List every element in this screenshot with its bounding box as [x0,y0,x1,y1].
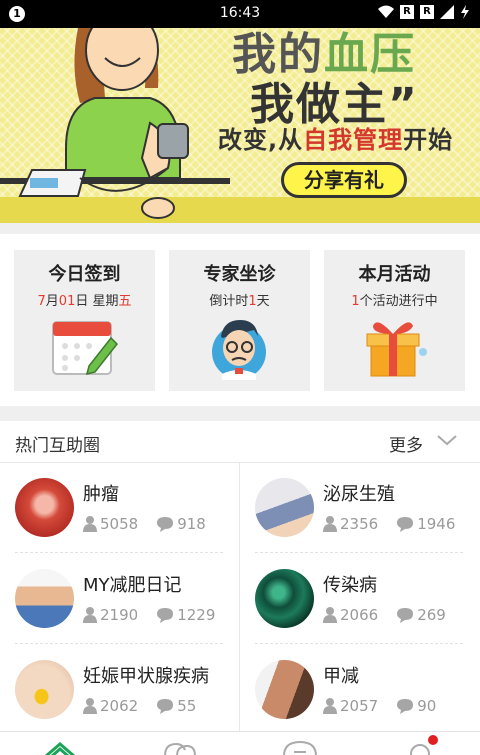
group-stats: 2356 1946 [323,515,455,533]
group-stats: 2066 269 [323,606,446,624]
card-title: 专家坐诊 [203,264,276,285]
person-icon [323,516,337,532]
row-divider [255,643,463,644]
group-name: 肿瘤 [83,484,119,505]
battery-charging-icon [461,5,469,19]
group-stats: 2190 1229 [83,606,215,624]
person-icon [323,698,337,714]
wifi-icon [378,5,394,18]
doctor-icon [212,320,266,380]
group-name: 妊娠甲状腺疾病 [83,666,209,687]
sim1-icon: R [400,5,414,19]
list-item[interactable]: 传染病 2066 269 [255,555,475,645]
card-title: 今日签到 [48,264,121,285]
comment-icon [157,517,174,532]
comment-icon [397,699,414,714]
status-bar: 1 16:43 R R [0,0,480,28]
sim2-icon: R [420,5,434,19]
list-item[interactable]: 甲减 2057 90 [255,646,475,736]
share-gift-button[interactable]: 分享有礼 [281,162,407,198]
list-item[interactable]: 妊娠甲状腺疾病 2062 55 [15,646,235,736]
group-name: 甲减 [323,666,359,687]
section-header: 热门互助圈 更多 [0,421,480,463]
more-link[interactable]: 更多 [389,431,423,456]
feature-cards: 今日签到 7月01日 星期五 专家坐诊 倒计时1天 本月活动 1个活动进行中 [0,234,480,406]
gift-icon [366,322,427,377]
person-icon [83,516,97,532]
card-subtitle: 倒计时1天 [209,294,270,309]
card-daily-checkin[interactable]: 今日签到 7月01日 星期五 [14,250,155,391]
group-stats: 5058 918 [83,515,206,533]
column-divider [239,463,240,755]
card-title: 本月活动 [358,264,431,285]
group-name: MY减肥日记 [83,575,182,596]
card-subtitle: 7月01日 星期五 [37,294,132,309]
status-icons: R R [378,5,470,19]
row-divider [15,643,223,644]
row-divider [255,552,463,553]
comment-icon [397,517,414,532]
person-icon [83,607,97,623]
chevron-down-icon[interactable] [436,433,458,447]
banner-subline: 改变,从自我管理开始 [218,126,454,154]
list-item[interactable]: MY减肥日记 2190 1229 [15,555,235,645]
messages-icon[interactable] [282,740,318,755]
banner-illustration [0,28,230,219]
avatar [255,478,314,537]
avatar [15,660,74,719]
card-monthly-events[interactable]: 本月活动 1个活动进行中 [324,250,465,391]
row-divider [15,552,223,553]
card-subtitle: 1个活动进行中 [351,294,438,309]
group-name: 传染病 [323,575,377,596]
hot-groups-section: 热门互助圈 更多 肿瘤 5058 918 泌尿生殖 2356 1946 MY减肥… [0,421,480,755]
notification-dot [428,735,438,745]
community-icon[interactable] [163,740,197,755]
comment-icon [397,608,414,623]
avatar [255,569,314,628]
group-stats: 2057 90 [323,697,436,715]
group-name: 泌尿生殖 [323,484,395,505]
card-expert-clinic[interactable]: 专家坐诊 倒计时1天 [169,250,310,391]
promo-banner[interactable]: 我的血压 我做主” 改变,从自我管理开始 分享有礼 [0,28,480,223]
section-title: 热门互助圈 [15,436,100,456]
home-icon[interactable] [44,740,76,755]
calendar-icon [52,321,119,376]
avatar [255,660,314,719]
person-icon [83,698,97,714]
list-item[interactable]: 泌尿生殖 2356 1946 [255,464,475,554]
person-icon [323,607,337,623]
list-item[interactable]: 肿瘤 5058 918 [15,464,235,554]
signal-icon [440,5,454,19]
avatar [15,569,74,628]
comment-icon [157,699,174,714]
group-stats: 2062 55 [83,697,196,715]
avatar [15,478,74,537]
bottom-nav [0,731,480,755]
comment-icon [157,608,174,623]
